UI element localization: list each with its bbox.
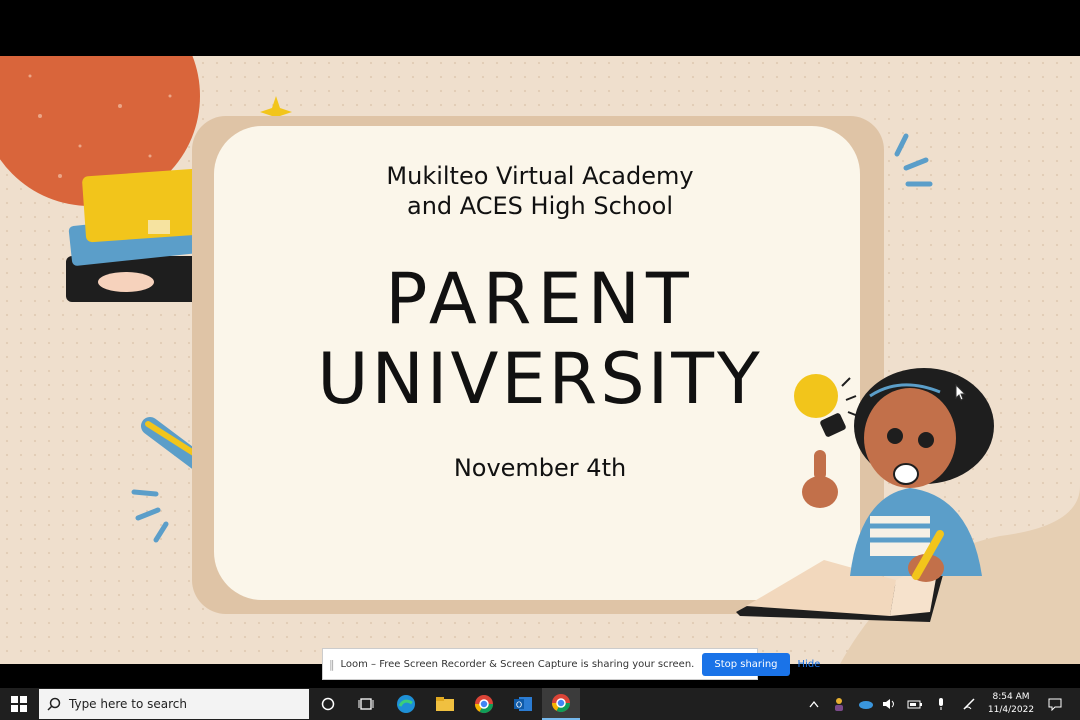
- onedrive-icon: [859, 701, 873, 709]
- clock-date: 11/4/2022: [987, 705, 1035, 715]
- people-icon: [835, 698, 843, 711]
- file-explorer-taskbar-button[interactable]: [433, 688, 457, 720]
- edge-taskbar-button[interactable]: [394, 688, 418, 720]
- battery-icon: [907, 700, 922, 709]
- volume-icon: [883, 699, 894, 709]
- chrome-active-taskbar-button[interactable]: [542, 688, 580, 720]
- edge-icon: [397, 695, 415, 713]
- volume-tray-button[interactable]: [880, 688, 898, 720]
- file-explorer-icon: [436, 697, 454, 711]
- battery-tray-button[interactable]: [906, 688, 924, 720]
- top-black-bar: [0, 0, 1080, 56]
- windows-taskbar: Type here to search O 8:54 AM 11/4/2022: [0, 688, 1080, 720]
- pen-workspace-tray-button[interactable]: [960, 688, 978, 720]
- microphone-icon: [939, 698, 943, 710]
- chevron-up-icon: [809, 700, 819, 708]
- taskbar-clock[interactable]: 8:54 AM 11/4/2022: [986, 688, 1036, 720]
- microphone-tray-button[interactable]: [932, 688, 950, 720]
- chrome-taskbar-button[interactable]: [472, 688, 496, 720]
- mouse-cursor-icon: [955, 384, 967, 401]
- people-tray-button[interactable]: [830, 688, 848, 720]
- taskbar-search-box[interactable]: Type here to search: [39, 689, 309, 719]
- search-placeholder: Type here to search: [69, 697, 187, 711]
- chrome-icon: [552, 694, 570, 713]
- loom-sharing-bar: ‖ Loom – Free Screen Recorder & Screen C…: [322, 648, 820, 680]
- drag-handle-icon[interactable]: ‖: [329, 658, 335, 671]
- start-button[interactable]: [0, 688, 38, 720]
- presentation-slide: Mukilteo Virtual Academy and ACES High S…: [0, 56, 1080, 664]
- outlook-icon: O: [514, 697, 532, 711]
- action-center-button[interactable]: [1044, 688, 1066, 720]
- search-icon: [39, 697, 69, 711]
- chrome-icon: [475, 695, 493, 714]
- windows-start-icon: [11, 696, 27, 712]
- task-view-icon: [358, 698, 374, 710]
- onedrive-tray-button[interactable]: [856, 688, 874, 720]
- girl-illustration: [736, 368, 994, 622]
- loom-sharing-message: Loom – Free Screen Recorder & Screen Cap…: [340, 658, 695, 670]
- stop-sharing-button[interactable]: Stop sharing: [702, 652, 790, 676]
- cortana-button[interactable]: [316, 688, 340, 720]
- svg-text:O: O: [516, 701, 522, 710]
- cortana-icon: [321, 697, 335, 711]
- notification-icon: [1048, 698, 1062, 711]
- pen-icon: [963, 698, 975, 710]
- show-hidden-icons-button[interactable]: [806, 688, 822, 720]
- clock-time: 8:54 AM: [992, 692, 1030, 702]
- task-view-button[interactable]: [354, 688, 378, 720]
- outlook-taskbar-button[interactable]: O: [511, 688, 535, 720]
- hide-button[interactable]: Hide: [798, 659, 821, 670]
